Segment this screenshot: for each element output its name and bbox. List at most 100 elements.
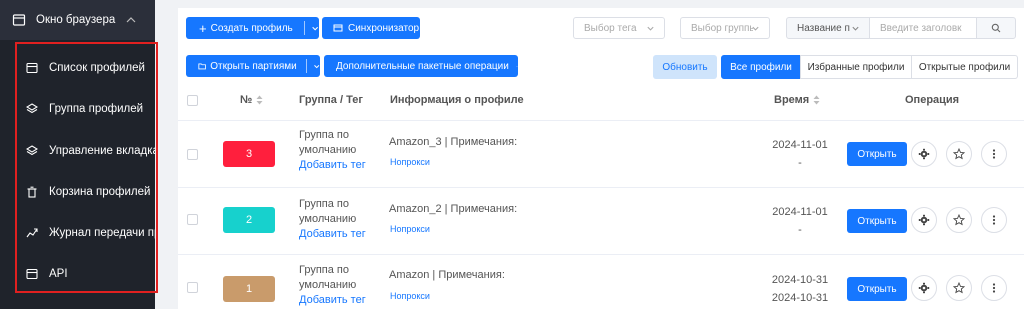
sidebar-item-label: Список профилей	[49, 61, 145, 74]
row-divider	[178, 254, 1024, 255]
chevron-down-icon	[516, 65, 518, 67]
refresh-button[interactable]: Обновить	[653, 55, 717, 79]
row-divider	[178, 120, 1024, 121]
open-batch-label: Открыть партиями	[210, 60, 297, 72]
tab-open-profiles[interactable]: Открытые профили	[911, 55, 1018, 79]
column-header-label: Информация о профиле	[390, 94, 524, 106]
group-name-line: умолчанию	[299, 279, 357, 291]
sidebar-item-label: Журнал передачи профилей	[49, 226, 155, 239]
chevron-down-icon[interactable]	[313, 62, 320, 71]
window-icon	[12, 14, 26, 26]
tag-select[interactable]: Выбор тега	[573, 17, 665, 39]
favorite-button[interactable]	[946, 141, 972, 167]
more-vertical-icon	[992, 283, 996, 293]
sidebar-item-profile-list[interactable]: Список профилей	[0, 47, 155, 88]
profile-info: Amazon_2 | Примечания:	[389, 203, 518, 215]
synchronizer-label: Синхронизатор	[348, 22, 420, 34]
group-name-line: Группа по	[299, 129, 349, 141]
chevron-down-icon	[647, 26, 654, 31]
tab-all-profiles[interactable]: Все профили	[721, 55, 801, 79]
profile-info: Amazon | Примечания:	[389, 269, 505, 281]
top-strip	[155, 0, 1024, 6]
synchronizer-button[interactable]: Синхронизатор	[322, 17, 420, 39]
gear-icon	[918, 214, 930, 226]
batch-operations-button[interactable]: Дополнительные пакетные операции	[324, 55, 518, 77]
search-button[interactable]	[976, 17, 1016, 39]
sidebar-item-profile-group[interactable]: Группа профилей	[0, 88, 155, 129]
tab-favorite-profiles[interactable]: Избранные профили	[800, 55, 912, 79]
profile-number-badge: 2	[223, 207, 275, 233]
add-tag-link[interactable]: Добавить тег	[299, 227, 366, 242]
column-header-time[interactable]: Время	[774, 94, 820, 106]
settings-button[interactable]	[911, 141, 937, 167]
favorite-button[interactable]	[946, 275, 972, 301]
profile-number-badge: 1	[223, 276, 275, 302]
window-icon	[26, 62, 38, 73]
column-header-group-tag: Группа / Тег	[299, 94, 363, 106]
more-actions-button[interactable]	[981, 207, 1007, 233]
more-actions-button[interactable]	[981, 141, 1007, 167]
folder-icon	[198, 63, 206, 70]
profile-time: 2024-10-31 2024-10-31	[770, 271, 830, 307]
gear-icon	[918, 148, 930, 160]
row-checkbox[interactable]	[187, 282, 198, 293]
search-input[interactable]: Введите заголовк	[869, 17, 977, 39]
column-header-profile-info: Информация о профиле	[390, 94, 524, 106]
time-last-opened: -	[798, 157, 802, 169]
profile-number: 3	[245, 148, 253, 160]
column-header-label: Время	[774, 94, 810, 106]
sidebar-submenu: Список профилей Группа профилей Управлен…	[0, 40, 155, 309]
proxy-label[interactable]: Нопрокси	[390, 157, 430, 167]
plus-icon: +	[199, 20, 207, 36]
create-profile-button[interactable]: + Создать профиль	[186, 17, 319, 39]
sync-icon	[333, 24, 343, 32]
add-tag-link[interactable]: Добавить тег	[299, 158, 366, 173]
time-created: 2024-11-01	[772, 139, 828, 151]
tab-label: Открытые профили	[918, 61, 1011, 73]
proxy-label[interactable]: Нопрокси	[390, 291, 430, 301]
favorite-button[interactable]	[946, 207, 972, 233]
profile-group: Группа по умолчанию Добавить тег	[299, 263, 366, 308]
search-field-select[interactable]: Название п	[786, 17, 870, 39]
sidebar-item-transfer-log[interactable]: Журнал передачи профилей	[0, 212, 155, 253]
profile-time: 2024-11-01 -	[770, 136, 830, 172]
group-select[interactable]: Выбор группы	[680, 17, 770, 39]
open-profile-button[interactable]: Открыть	[847, 209, 907, 233]
open-profile-button[interactable]: Открыть	[847, 142, 907, 166]
sort-icon	[813, 95, 820, 105]
tab-label: Все профили	[730, 61, 792, 73]
proxy-label[interactable]: Нопрокси	[390, 224, 430, 234]
chevron-up-icon[interactable]	[125, 14, 137, 26]
chevron-down-icon[interactable]	[311, 24, 319, 33]
time-created: 2024-11-01	[772, 206, 828, 218]
profile-number-badge: 3	[223, 141, 275, 167]
open-profile-button[interactable]: Открыть	[847, 277, 907, 301]
group-select-placeholder: Выбор группы	[691, 22, 753, 34]
sidebar-section-browser-window[interactable]: Окно браузера	[0, 0, 155, 40]
sidebar-item-api[interactable]: API	[0, 253, 155, 294]
sidebar-item-tab-management[interactable]: Управление вкладками	[0, 130, 155, 171]
sidebar-item-label: Управление вкладками	[49, 144, 155, 157]
profile-number: 1	[245, 283, 253, 295]
profile-time: 2024-11-01 -	[770, 203, 830, 239]
search-field-select-value: Название п	[797, 22, 850, 34]
search-icon	[991, 23, 1001, 33]
settings-button[interactable]	[911, 207, 937, 233]
more-vertical-icon	[992, 149, 996, 159]
star-icon	[953, 282, 965, 294]
column-header-operation: Операция	[905, 94, 959, 106]
row-checkbox[interactable]	[187, 214, 198, 225]
column-header-label: №	[240, 94, 253, 106]
sidebar-item-profile-trash[interactable]: Корзина профилей	[0, 171, 155, 212]
time-created: 2024-10-31	[771, 274, 829, 286]
open-batch-button[interactable]: Открыть партиями	[186, 55, 320, 77]
settings-button[interactable]	[911, 275, 937, 301]
row-checkbox[interactable]	[187, 149, 198, 160]
column-header-number[interactable]: №	[240, 94, 263, 106]
more-actions-button[interactable]	[981, 275, 1007, 301]
add-tag-link[interactable]: Добавить тег	[299, 293, 366, 308]
sort-icon	[256, 95, 263, 105]
window-icon	[26, 268, 38, 279]
tag-select-placeholder: Выбор тега	[584, 22, 637, 34]
select-all-checkbox[interactable]	[187, 95, 198, 106]
